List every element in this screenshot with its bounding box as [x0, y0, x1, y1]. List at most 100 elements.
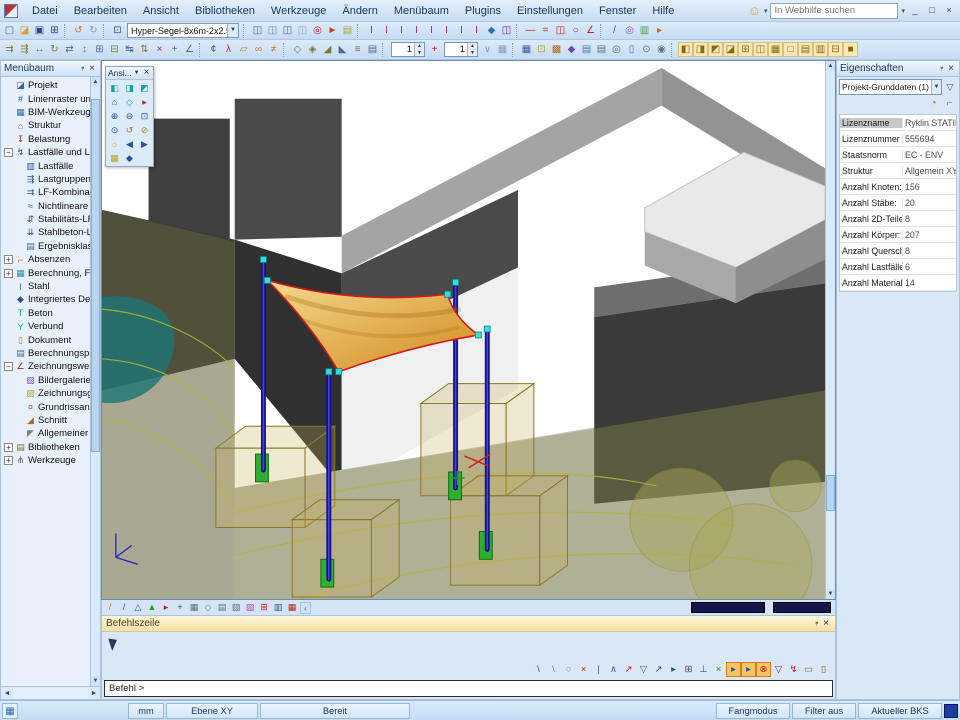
table2-icon[interactable]: ▥ [271, 601, 285, 614]
extend-icon[interactable]: + [167, 42, 182, 57]
circle-icon[interactable]: ○ [568, 23, 583, 38]
viewport-horizontal-scrollbar[interactable] [312, 602, 834, 614]
status-bereit[interactable]: Bereit [260, 703, 410, 719]
menu-einstellungen[interactable]: Einstellungen [509, 3, 591, 19]
tree-item-stahl[interactable]: IStahl [2, 280, 90, 293]
cursor-snap-icon[interactable]: ↗ [651, 662, 666, 677]
tree-item-bibliotheken[interactable]: +▤Bibliotheken [2, 441, 90, 454]
import-model-icon[interactable]: ◫ [250, 23, 265, 38]
tree-item-lastf-lle[interactable]: ▥Lastfälle [2, 159, 90, 172]
copy-count-spinner[interactable]: 1 ▲▼ [391, 42, 425, 57]
tree-vertical-scrollbar[interactable]: ▲ ▼ [90, 77, 100, 686]
open-file-icon[interactable]: ◪ [17, 23, 32, 38]
expand-icon[interactable]: + [4, 456, 13, 465]
scrollbar-thumb[interactable] [773, 602, 831, 613]
tree-item-berechnung-fe-netz[interactable]: +▦Berechnung, FE-Netz [2, 266, 90, 279]
lamp-icon[interactable]: ☼ [107, 137, 122, 151]
share-model-icon[interactable]: ◫ [295, 23, 310, 38]
top-view-icon[interactable]: ◩ [137, 81, 152, 95]
viewport-vertical-scrollbar[interactable]: ▲ ▼ [825, 61, 835, 599]
full-view-icon[interactable]: ■ [843, 42, 858, 57]
snap-green-icon[interactable]: × [711, 662, 726, 677]
expand-icon[interactable]: + [4, 269, 13, 278]
property-row[interactable]: Lizenznummer555694 [840, 131, 956, 147]
tree-item-lastgruppen[interactable]: ⇶Lastgruppen [2, 173, 90, 186]
hatch2-icon[interactable]: ▨ [243, 601, 257, 614]
property-row[interactable]: Anzahl Stäbe:20 [840, 195, 956, 211]
model-selector-dropdown[interactable]: Hyper-Segel-8x6m-2x2.5 ▼ [127, 23, 239, 38]
storey-icon[interactable]: ≡ [350, 42, 365, 57]
pencil-blue-icon[interactable]: / [117, 601, 131, 614]
scroll-left-icon[interactable]: ◄ [1, 690, 13, 697]
grid-settings-icon[interactable]: ▦ [495, 42, 510, 57]
triangle-icon[interactable]: △ [131, 601, 145, 614]
property-row[interactable]: Anzahl Querschnitte:8 [840, 243, 956, 259]
grid-snap-icon[interactable]: ⊞ [681, 662, 696, 677]
dual-view-icon[interactable]: ◫ [753, 42, 768, 57]
expand-icon[interactable]: + [4, 443, 13, 452]
chevron-down-icon[interactable]: ▼ [227, 24, 238, 37]
rebar-profile-icon[interactable]: I [409, 23, 424, 38]
settings-icon[interactable]: ⊙ [639, 42, 654, 57]
pointer-snap-icon[interactable]: ▸ [666, 662, 681, 677]
window-icon[interactable]: ⊡ [110, 23, 125, 38]
scroll-up-icon[interactable]: ▲ [91, 77, 100, 87]
single-view-icon[interactable]: □ [783, 42, 798, 57]
pin-icon[interactable] [79, 64, 87, 73]
menu-bearbeiten[interactable]: Bearbeiten [66, 3, 135, 19]
tree-item-dokument[interactable]: ▯Dokument [2, 333, 90, 346]
snap-mid-icon[interactable]: ▸ [726, 662, 741, 677]
tree-item-belastung[interactable]: ↧Belastung [2, 133, 90, 146]
minimize-button[interactable]: _ [908, 4, 922, 17]
chevron-down-icon[interactable]: ▼ [132, 68, 142, 78]
tree-item-berechnungsprotokoll[interactable]: ▤Berechnungsprotokoll [2, 347, 90, 360]
tree-item-integriertes-design-forms[interactable]: ◆Integriertes Design Forms [2, 293, 90, 306]
snap-line-icon[interactable]: \ [531, 662, 546, 677]
align-icon[interactable]: ↹ [122, 42, 137, 57]
expand-icon[interactable]: + [4, 255, 13, 264]
perspective-view-icon[interactable]: ⌂ [107, 95, 122, 109]
tree-item-verbund[interactable]: YVerbund [2, 320, 90, 333]
hatch-icon[interactable]: ▧ [229, 601, 243, 614]
snap-step-icon[interactable]: + [427, 42, 442, 57]
preview-icon[interactable]: ◎ [609, 42, 624, 57]
section-cut-icon[interactable]: ◢ [320, 42, 335, 57]
spinner-down-icon[interactable]: ▼ [468, 50, 477, 57]
render-icon[interactable]: ◆ [564, 42, 579, 57]
pie-chart-icon[interactable]: ◔ [926, 96, 941, 111]
snap-perp-icon[interactable]: ∧ [606, 662, 621, 677]
person-icon[interactable]: λ [221, 42, 236, 57]
pencil-yellow-icon[interactable]: / [103, 601, 117, 614]
axes-icon[interactable]: + [173, 601, 187, 614]
snap-endpoint-icon[interactable]: \ [546, 662, 561, 677]
collapse-icon[interactable]: − [4, 362, 13, 371]
scrollbar-thumb[interactable] [691, 602, 765, 613]
scroll-left-icon[interactable]: ‹ [300, 602, 311, 614]
delete-view-icon[interactable]: ⊘ [137, 123, 152, 137]
tree-item-lastf-lle-und-lf-kombinationen[interactable]: −↯Lastfälle und LF-Kombinationen [2, 146, 90, 159]
split-left-icon[interactable]: ◧ [678, 42, 693, 57]
table-icon[interactable]: ▤ [579, 42, 594, 57]
tree-item-allgemeiner-schnitt[interactable]: ◤Allgemeiner Schnitt [2, 427, 90, 440]
v-split-icon[interactable]: ▥ [813, 42, 828, 57]
scroll-down-icon[interactable]: ▼ [826, 589, 835, 599]
collapse-icon[interactable]: − [4, 148, 13, 157]
chain-break-icon[interactable]: ≠ [266, 42, 281, 57]
track-snap-icon[interactable]: ↯ [786, 662, 801, 677]
rotate-icon[interactable]: ↻ [47, 42, 62, 57]
profile-check-icon[interactable]: I [439, 23, 454, 38]
input-mode-icon[interactable]: ▯ [816, 662, 831, 677]
tree-item-schnitt[interactable]: ◢Schnitt [2, 414, 90, 427]
scroll-down-icon[interactable]: ▼ [91, 676, 100, 686]
menu-plugins[interactable]: Plugins [457, 3, 509, 19]
tree-item-beton[interactable]: TBeton [2, 307, 90, 320]
info-icon[interactable]: ◉ [654, 42, 669, 57]
flag2-icon[interactable]: ▸ [159, 601, 173, 614]
angle-icon[interactable]: ∠ [583, 23, 598, 38]
split-top-icon[interactable]: ◩ [708, 42, 723, 57]
zoom-out-icon[interactable]: ⊖ [122, 109, 137, 123]
tree-item-ergebnisklassen[interactable]: ▤Ergebnisklassen [2, 240, 90, 253]
tree-item-stabilit-ts-lfk[interactable]: ⇵Stabilitäts-LFK [2, 213, 90, 226]
profile-copy-icon[interactable]: I [454, 23, 469, 38]
part-icon[interactable]: ◇ [290, 42, 305, 57]
